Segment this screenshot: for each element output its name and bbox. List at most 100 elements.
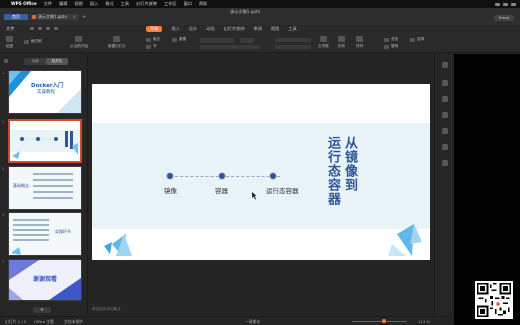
menu-tools[interactable]: 工具 xyxy=(121,0,129,8)
bold-italic-underline-icons xyxy=(200,45,260,49)
play-from-current-label: 从当前开始 xyxy=(70,44,88,48)
print-icon[interactable] xyxy=(38,27,42,30)
window-title: 演示文稿1.pptx xyxy=(230,9,261,14)
slide-thumbnail-selected[interactable] xyxy=(8,119,82,163)
redo-icon[interactable] xyxy=(54,27,58,30)
ribbon-tab-review[interactable]: 审阅 xyxy=(254,25,262,33)
user-account[interactable]: Friend xyxy=(494,15,514,21)
wifi-icon[interactable] xyxy=(495,2,500,6)
style-icon[interactable] xyxy=(442,80,448,86)
shape-button[interactable]: 形状 xyxy=(338,36,345,49)
undo-icon[interactable] xyxy=(46,27,50,30)
animation-icon[interactable] xyxy=(442,96,448,102)
tab-outline[interactable]: 大纲 xyxy=(24,58,46,65)
right-sidebar xyxy=(434,54,454,316)
ribbon-tab-view[interactable]: 视图 xyxy=(271,25,279,33)
ribbon-tab-insert[interactable]: 插入 xyxy=(171,25,179,33)
menu-edit[interactable]: 编辑 xyxy=(59,0,67,8)
menu-insert[interactable]: 插入 xyxy=(90,0,98,8)
menu-file[interactable]: 文件 xyxy=(44,0,52,8)
battery-icon[interactable] xyxy=(503,2,508,6)
outline-view-icon[interactable] xyxy=(4,59,8,63)
beautify-button[interactable]: 一键美化 xyxy=(245,319,260,325)
file-menu[interactable]: 文件 xyxy=(6,26,14,32)
section-button[interactable]: 节 xyxy=(146,44,157,49)
menu-app-name[interactable]: WPS Office xyxy=(11,0,37,8)
menu-window[interactable]: 窗口 xyxy=(184,0,192,8)
tab-slides[interactable]: 幻灯片 xyxy=(46,58,68,65)
close-tab-icon[interactable]: × xyxy=(73,14,76,20)
font-family-box xyxy=(200,38,234,43)
menu-view[interactable]: 视图 xyxy=(75,0,83,8)
properties-icon[interactable] xyxy=(442,62,448,68)
tab-home[interactable]: 首页 xyxy=(4,14,28,20)
ribbon-tab-tools[interactable]: 工具 xyxy=(288,25,296,33)
zoom-slider-knob[interactable] xyxy=(382,319,386,323)
text-box-label: 文本框 xyxy=(318,44,329,48)
thumb-number: 1 xyxy=(2,71,5,75)
find-button[interactable]: 查找 xyxy=(384,37,398,42)
slide-thumbnail[interactable]: 基础概念 xyxy=(8,166,82,210)
current-slide[interactable]: 镜像 容器 运行态容器 从镜像到 运行态容器 xyxy=(92,84,430,260)
ribbon-tab-home[interactable]: 开始 xyxy=(146,26,163,32)
slide-thumbnail[interactable]: 实操环节 xyxy=(8,212,82,256)
arrange-button[interactable]: 排列 xyxy=(356,36,363,49)
shape-format-icon[interactable] xyxy=(442,128,448,134)
control-center-icon[interactable] xyxy=(511,2,516,6)
slide-thumbnail[interactable]: 谢谢观看 xyxy=(8,259,82,301)
new-tab-button[interactable]: + xyxy=(82,14,86,20)
menu-workspace[interactable]: 工作区 xyxy=(164,0,177,8)
tab-document-label: 演示文稿1.pptx xyxy=(38,14,67,19)
menu-help[interactable]: 帮助 xyxy=(199,0,207,8)
image-icon[interactable] xyxy=(442,144,448,150)
ribbon-tab-slideshow[interactable]: 幻灯片放映 xyxy=(224,25,245,33)
wps-window: WPS Office 文件 编辑 视图 插入 格式 工具 幻灯片放映 工作区 窗… xyxy=(0,0,520,325)
transition-icon[interactable] xyxy=(442,112,448,118)
zoom-level[interactable]: 113 % xyxy=(418,319,430,324)
doc-protect-status[interactable]: 文档未保护 xyxy=(64,319,83,325)
reset-button[interactable]: 重置 xyxy=(172,37,186,42)
page-indicator: 幻灯片 2 / 5 xyxy=(5,319,27,324)
add-slide-button[interactable]: + xyxy=(33,307,51,313)
brush-icon xyxy=(24,39,29,44)
menu-format[interactable]: 格式 xyxy=(105,0,113,8)
find-label: 查找 xyxy=(391,37,399,41)
thumb-number: 5 xyxy=(2,260,5,264)
ribbon-tab-design[interactable]: 设计 xyxy=(189,25,197,33)
layout-icon xyxy=(146,37,151,42)
tab-document[interactable]: 演示文稿1.pptx × xyxy=(30,14,78,20)
ribbon-tab-animation[interactable]: 动画 xyxy=(206,25,214,33)
reset-icon xyxy=(172,37,177,42)
save-icon[interactable] xyxy=(30,27,34,30)
format-painter-button[interactable]: 格式刷 xyxy=(24,39,42,44)
replace-button[interactable]: 替换 xyxy=(384,44,398,49)
play-from-current-button[interactable]: 从当前开始 xyxy=(70,36,88,49)
menu-slideshow[interactable]: 幻灯片放映 xyxy=(136,0,157,8)
quick-access xyxy=(30,27,62,30)
font-size-select[interactable] xyxy=(240,38,256,43)
qr-code xyxy=(475,281,513,319)
align-group[interactable] xyxy=(275,45,313,49)
font-style-group[interactable] xyxy=(200,45,262,49)
format-painter-label: 格式刷 xyxy=(31,39,42,43)
replace-label: 替换 xyxy=(391,44,399,48)
thumb-number: 3 xyxy=(2,167,5,171)
font-family-select[interactable] xyxy=(200,38,236,43)
slide-decorations xyxy=(104,192,422,256)
thumb-3-title: 基础概念 xyxy=(13,183,29,188)
shape-icon xyxy=(338,36,346,42)
settings-icon[interactable] xyxy=(442,160,448,166)
new-slide-button[interactable]: 新建幻灯片 xyxy=(108,36,126,49)
arrange-icon xyxy=(356,36,364,42)
paste-button[interactable]: 粘贴 xyxy=(6,36,13,49)
text-box-button[interactable]: 文本框 xyxy=(318,36,329,49)
select-button[interactable]: 选择 xyxy=(410,37,424,42)
slide-thumbnail[interactable]: Docker入门 实操教程 xyxy=(8,70,82,114)
paragraph-group[interactable] xyxy=(275,38,313,42)
zoom-slider[interactable] xyxy=(352,319,407,323)
thumb-number: 2 xyxy=(2,120,5,124)
layout-button[interactable]: 版式 xyxy=(146,37,160,42)
notes-pane[interactable]: 单击此处添加备注 xyxy=(92,307,121,312)
theme-name[interactable]: Office 主题 xyxy=(34,319,54,325)
mac-menubar: WPS Office 文件 编辑 视图 插入 格式 工具 幻灯片放映 工作区 窗… xyxy=(0,0,520,8)
